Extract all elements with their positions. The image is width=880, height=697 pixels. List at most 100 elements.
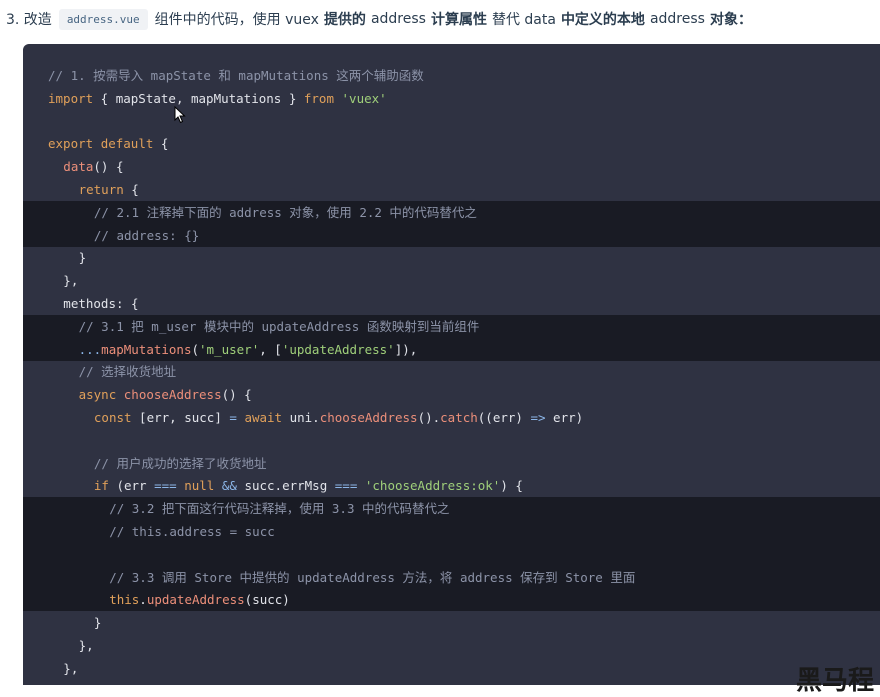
code-line: async chooseAddress() { [23,383,880,406]
code-line: } [23,611,880,634]
code-line: methods: { [23,292,880,315]
code-token: from [303,90,334,106]
code-line: // this.address = succ [23,520,880,543]
code-token: { mapState, mapMutations } [93,90,304,106]
heading-text-3: 替代 data [491,12,556,28]
heading-bold-3: 中定义的本地 [560,12,645,28]
code-token: async [78,387,117,403]
code-token: // 用户成功的选择了收货地址 [93,455,267,471]
heading-bold-4: 对象： [709,12,752,28]
code-line: } [23,246,880,269]
code-token: ( [191,341,200,357]
code-line: // 2.1 注释掉下面的 address 对象，使用 2.2 中的代码替代之 [23,200,880,224]
code-token: const [93,410,132,425]
heading-text-1: 组件中的代码，使用 vuex [154,12,319,28]
code-token: ) { [500,478,523,494]
code-token: ... [78,341,102,357]
instruction-heading: 3. 改造 address.vue 组件中的代码，使用 vuex 提供的 add… [6,6,757,32]
code-token: default [100,136,154,152]
code-line: ...mapMutations('m_user', ['updateAddres… [23,337,880,361]
code-token: . [139,592,147,608]
code-token: = [229,410,237,425]
code-token: 'chooseAddress:ok' [364,478,501,494]
code-token: err) [545,410,584,425]
code-line: const [err, succ] = await uni.chooseAddr… [23,406,880,429]
code-token: } [93,615,102,631]
code-token: ]), [394,341,418,357]
code-token: 'vuex' [341,90,387,106]
watermark-logo: 黑马程 [796,666,875,696]
code-token: export [48,136,94,152]
code-token: catch [440,410,478,425]
inline-code-filename: address.vue [58,8,148,30]
code-block[interactable]: // 1. 按需导入 mapState 和 mapMutations 这两个辅助… [23,44,880,685]
code-token: [err, succ] [131,410,230,425]
code-line: // 3.2 把下面这行代码注释掉，使用 3.3 中的代码替代之 [23,497,880,521]
code-token: } [78,250,87,266]
code-token: methods: { [63,296,139,311]
code-token: // 3.3 调用 Store 中提供的 updateAddress 方法，将 … [109,569,636,585]
code-token: // 2.1 注释掉下面的 address 对象，使用 2.2 中的代码替代之 [93,204,477,220]
code-line: if (err === null && succ.errMsg === 'cho… [23,474,880,497]
heading-text-4: address [649,11,705,27]
code-token: , [ [259,341,282,357]
heading-text-2: address [370,11,426,27]
code-token: if [93,478,109,494]
code-token: () { [221,387,252,403]
heading-prefix: 3. 改造 [6,12,52,28]
code-token: ((err) [477,410,531,425]
code-token: { [153,136,169,152]
code-line: export default { [23,132,880,155]
code-token: === [154,478,177,494]
code-token: }, [63,660,79,676]
code-token: this [109,592,140,608]
code-token: updateAddress [146,592,245,608]
code-token: }, [78,638,94,653]
code-token: chooseAddress [319,410,418,425]
code-token: // 1. 按需导入 mapState 和 mapMutations 这两个辅助… [48,68,424,83]
code-token: // this.address = succ [109,524,275,539]
code-line: // 3.1 把 m_user 模块中的 updateAddress 函数映射到… [23,314,880,338]
code-token: null [184,478,215,494]
code-line: this.updateAddress(succ) [23,588,880,612]
code-token: import [48,90,94,106]
code-token: uni. [282,410,320,425]
code-token: data [63,159,94,175]
code-token: && [221,478,237,494]
code-line: // address: {} [23,223,880,247]
code-line: import { mapState, mapMutations } from '… [23,87,880,110]
code-token: await [244,410,283,425]
code-line: }, [23,634,880,657]
code-token: // 3.1 把 m_user 模块中的 updateAddress 函数映射到… [78,318,480,334]
code-line: // 用户成功的选择了收货地址 [23,452,880,475]
code-line [23,542,880,566]
code-token: // 选择收货地址 [78,364,177,380]
mouse-pointer-icon [174,105,186,128]
code-token: (). [417,410,441,425]
code-token: return [78,182,124,197]
code-line: // 1. 按需导入 mapState 和 mapMutations 这两个辅助… [23,64,880,87]
code-token: mapMutations [101,341,192,357]
code-token: 'updateAddress' [281,341,395,357]
code-token: === [334,478,358,494]
code-token: 'm_user' [199,341,260,357]
code-token: { [123,182,139,197]
code-line: }, [23,269,880,292]
code-line: // 选择收货地址 [23,360,880,383]
code-line: data() { [23,155,880,178]
code-token: succ.errMsg [236,478,335,494]
code-token: chooseAddress [123,387,222,403]
code-token: (succ) [244,592,290,608]
code-token: // 3.2 把下面这行代码注释掉，使用 3.3 中的代码替代之 [109,501,450,517]
heading-bold-1: 提供的 [323,12,366,28]
code-line: return { [23,178,880,201]
code-token: () { [93,159,124,175]
code-token: (err [108,478,155,494]
